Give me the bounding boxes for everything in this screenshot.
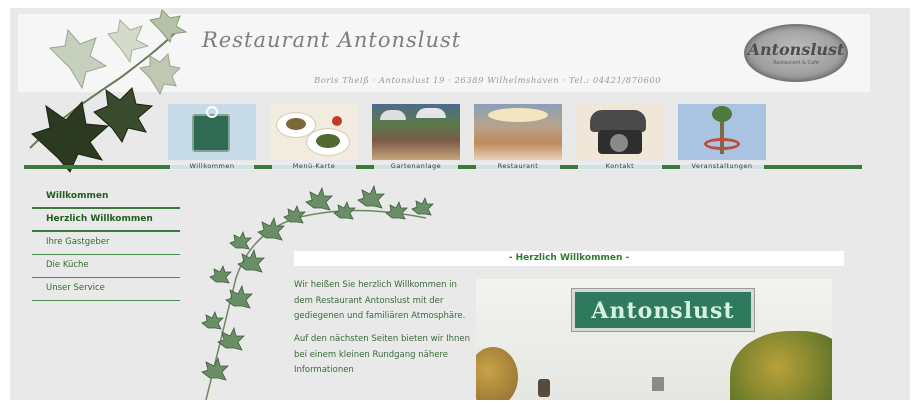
nav-image-kontakt: [576, 104, 664, 160]
nav-image-menu-karte: [270, 104, 358, 160]
sidebar-item-herzlich-willkommen[interactable]: Herzlich Willkommen: [32, 209, 180, 232]
intro-paragraph: Wir heißen Sie herzlich Willkommen in de…: [294, 280, 466, 321]
address-line: Boris Theiß · Antonslust 19 · 26389 Wilh…: [314, 76, 662, 86]
sidebar-item-unser-service[interactable]: Unser Service: [32, 278, 180, 301]
nav-label: Willkommen: [170, 161, 254, 171]
nav-image-restaurant: [474, 104, 562, 160]
sidebar-item-willkommen[interactable]: Willkommen: [32, 186, 180, 209]
restaurant-sign: Antonslust: [572, 289, 754, 331]
nav-item-restaurant[interactable]: Restaurant: [474, 104, 562, 176]
sidebar-item-ihre-gastgeber[interactable]: Ihre Gastgeber: [32, 232, 180, 255]
nav-label: Restaurant: [476, 161, 560, 171]
nav-image-veranstaltungen: [678, 104, 766, 160]
site-title: Restaurant Antonslust: [202, 28, 462, 52]
logo-text: Antonslust: [747, 40, 845, 59]
nav-item-willkommen[interactable]: Willkommen: [168, 104, 256, 176]
nav-label: Menü-Karte: [272, 161, 356, 171]
nav-label: Kontakt: [578, 161, 662, 171]
restaurant-sign-text: Antonslust: [591, 298, 735, 324]
nav-image-gartenanlage: [372, 104, 460, 160]
sidebar: Willkommen Herzlich Willkommen Ihre Gast…: [32, 186, 180, 301]
nav-item-kontakt[interactable]: Kontakt: [576, 104, 664, 176]
logo-subtext: Restaurant & Café: [773, 60, 819, 66]
logo[interactable]: Antonslust Restaurant & Café: [744, 24, 848, 82]
nav-item-gartenanlage[interactable]: Gartenanlage: [372, 104, 460, 176]
page-frame: Restaurant Antonslust Boris Theiß · Anto…: [10, 8, 910, 400]
nav-label: Gartenanlage: [374, 161, 458, 171]
nav-item-menu-karte[interactable]: Menü-Karte: [270, 104, 358, 176]
nav-item-veranstaltungen[interactable]: Veranstaltungen: [678, 104, 766, 176]
nav-image-willkommen: [168, 104, 256, 160]
sidebar-item-die-kueche[interactable]: Die Küche: [32, 255, 180, 278]
content-title: - Herzlich Willkommen -: [294, 251, 844, 266]
nav-label: Veranstaltungen: [680, 161, 764, 171]
tour-paragraph: Auf den nächsten Seiten bieten wir Ihnen…: [294, 334, 471, 375]
restaurant-photo: Antonslust: [476, 279, 832, 400]
